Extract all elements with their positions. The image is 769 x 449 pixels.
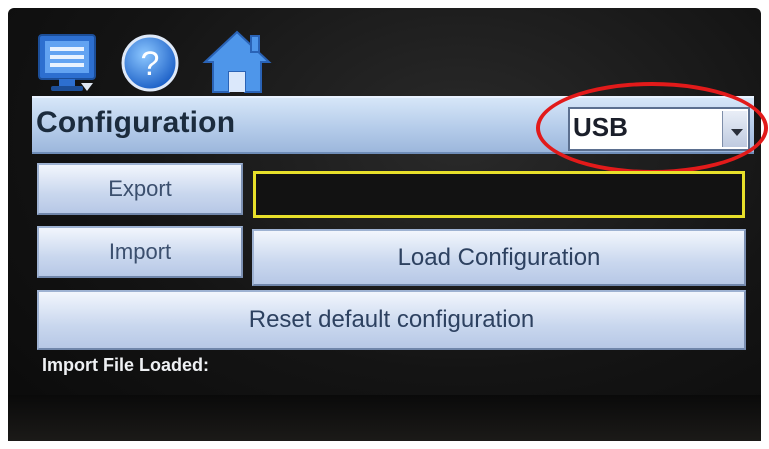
export-button[interactable]: Export	[37, 163, 243, 215]
import-button[interactable]: Import	[37, 226, 243, 278]
reset-default-configuration-button[interactable]: Reset default configuration	[37, 290, 746, 350]
annotation-highlight-ellipse	[536, 82, 768, 174]
help-glyph: ?	[141, 45, 160, 83]
monitor-icon[interactable]	[37, 33, 97, 93]
home-icon[interactable]	[201, 28, 273, 96]
page-title: Configuration	[36, 106, 236, 139]
load-configuration-button[interactable]: Load Configuration	[252, 229, 746, 286]
help-icon[interactable]: ?	[120, 33, 180, 93]
export-path-field[interactable]	[253, 171, 745, 218]
screen-bottom-shade	[8, 395, 761, 441]
import-file-loaded-label: Import File Loaded:	[42, 355, 210, 375]
